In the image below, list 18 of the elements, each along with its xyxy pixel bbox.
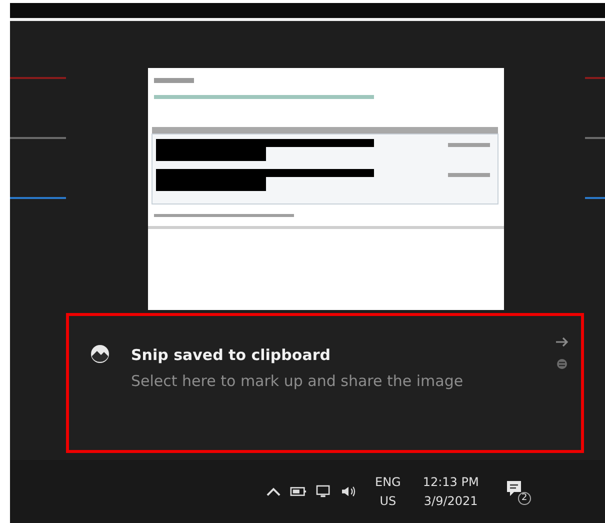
clock[interactable]: 12:13 PM 3/9/2021	[422, 472, 479, 510]
language-indicator[interactable]: ENG US	[375, 472, 401, 510]
stripe	[585, 137, 605, 139]
notification-title: Snip saved to clipboard	[131, 345, 332, 366]
notification-count: 2	[518, 492, 531, 504]
stripe	[585, 77, 605, 79]
action-center-button[interactable]: 2	[504, 478, 531, 504]
stripe	[10, 77, 66, 79]
battery-icon[interactable]	[290, 485, 307, 498]
speaker-icon[interactable]	[340, 485, 357, 498]
stripe	[10, 137, 66, 139]
snip-icon	[90, 344, 110, 364]
chevron-up-icon[interactable]	[265, 485, 282, 498]
notification-body: Select here to mark up and share the image	[131, 371, 464, 392]
arrow-icon[interactable]	[555, 336, 569, 348]
stripe	[10, 197, 66, 199]
notification-toast[interactable]: Snip saved to clipboard Select here to mark up and share the image	[66, 313, 584, 453]
stripe	[585, 197, 605, 199]
